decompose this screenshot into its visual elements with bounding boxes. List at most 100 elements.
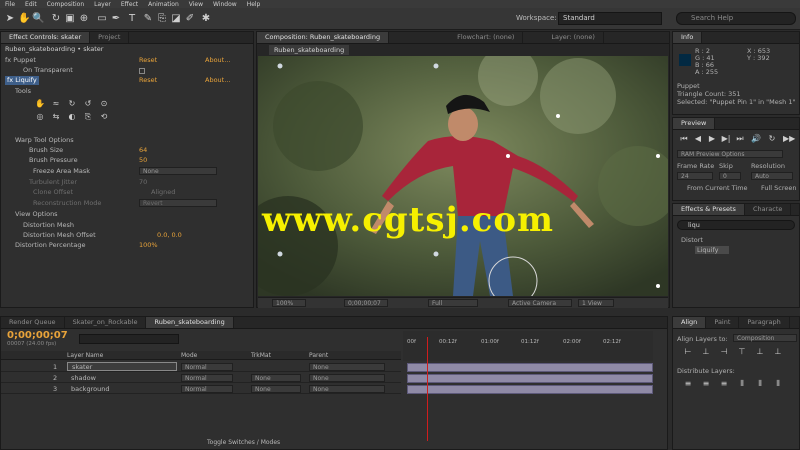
puppet-pin-tool-icon[interactable]: ✱ xyxy=(200,12,212,25)
menu-animation[interactable]: Animation xyxy=(143,1,184,8)
timeline-timecode[interactable]: 0;00;00;07 xyxy=(7,330,68,341)
reconstruction-tool-icon[interactable]: ⟲ xyxy=(99,112,109,121)
ram-preview-options[interactable]: RAM Preview Options xyxy=(677,150,783,158)
distribute-bottom-icon[interactable]: ≡ xyxy=(719,379,729,388)
freeze-area-mask-select[interactable]: None xyxy=(139,167,217,175)
menu-effect[interactable]: Effect xyxy=(116,1,143,8)
tab-info[interactable]: Info xyxy=(673,32,703,43)
tab-flowchart[interactable]: Flowchart: (none) xyxy=(449,32,524,43)
distort-group[interactable]: Distort xyxy=(681,236,799,244)
align-bottom-icon[interactable]: ⊥ xyxy=(773,347,783,356)
distribute-top-icon[interactable]: ≡ xyxy=(683,379,693,388)
composition-viewer[interactable] xyxy=(258,56,668,296)
eraser-tool-icon[interactable]: ◪ xyxy=(170,12,182,25)
next-frame-icon[interactable]: ▶| xyxy=(721,134,731,143)
audio-icon[interactable]: 🔊 xyxy=(751,134,761,143)
layer-name-skater[interactable]: skater xyxy=(67,362,177,371)
tab-composition[interactable]: Composition: Ruben_skateboarding xyxy=(257,32,390,43)
timeline-layer-row[interactable]: 2 shadow Normal None None xyxy=(1,373,401,383)
tab-align[interactable]: Align xyxy=(673,317,707,328)
current-time-indicator[interactable] xyxy=(427,337,428,441)
tab-paint[interactable]: Paint xyxy=(706,317,740,328)
skip-input[interactable]: 0 xyxy=(719,172,741,180)
align-center-v-icon[interactable]: ⊥ xyxy=(755,347,765,356)
tab-character[interactable]: Characte xyxy=(745,204,792,215)
distortion-mesh-label[interactable]: Distortion Mesh xyxy=(23,221,74,230)
timeline-layer-row[interactable]: 1 skater Normal None xyxy=(1,362,401,372)
ram-preview-icon[interactable]: ▶▶ xyxy=(783,134,795,143)
search-help-input[interactable]: Search Help xyxy=(676,12,796,25)
layer-parent-select[interactable]: None xyxy=(309,363,385,371)
brush-tool-icon[interactable]: ✎ xyxy=(142,12,154,25)
layer-mode-select[interactable]: Normal xyxy=(181,363,233,371)
view-layout-select[interactable]: 1 View xyxy=(578,299,614,307)
layer-parent-select[interactable]: None xyxy=(309,385,385,393)
shift-pixels-tool-icon[interactable]: ⇆ xyxy=(51,112,61,121)
menu-layer[interactable]: Layer xyxy=(89,1,116,8)
rectangle-tool-icon[interactable]: ▭ xyxy=(96,12,108,25)
zoom-select[interactable]: 100% xyxy=(272,299,306,307)
tab-paragraph[interactable]: Paragraph xyxy=(739,317,790,328)
puppet-about-button[interactable]: About... xyxy=(205,56,230,65)
liquify-reset-button[interactable]: Reset xyxy=(139,76,157,85)
camera-tool-icon[interactable]: ▣ xyxy=(64,12,76,25)
liquify-about-button[interactable]: About... xyxy=(205,76,230,85)
tab-effects-presets[interactable]: Effects & Presets xyxy=(673,204,745,215)
reflection-tool-icon[interactable]: ◐ xyxy=(67,112,77,121)
hand-tool-icon[interactable]: ✋ xyxy=(18,12,30,25)
viewer-timecode[interactable]: 0;00;00;07 xyxy=(344,299,388,307)
play-icon[interactable]: ▶ xyxy=(707,134,717,143)
distortion-mesh-offset-value[interactable]: 0.0, 0.0 xyxy=(157,231,182,240)
layer-name-background[interactable]: background xyxy=(71,384,109,394)
roto-brush-tool-icon[interactable]: ✐ xyxy=(184,12,196,25)
view-options-label[interactable]: View Options xyxy=(15,210,58,219)
brush-pressure-value[interactable]: 50 xyxy=(139,156,147,165)
layer-parent-select[interactable]: None xyxy=(309,374,385,382)
on-transparent-checkbox[interactable] xyxy=(139,68,145,74)
tab-layer[interactable]: Layer: (none) xyxy=(543,32,604,43)
distortion-percentage-value[interactable]: 100% xyxy=(139,241,158,250)
full-screen-label[interactable]: Full Screen xyxy=(761,184,800,192)
tab-preview[interactable]: Preview xyxy=(673,118,716,129)
layer-mode-select[interactable]: Normal xyxy=(181,374,233,382)
rotate-tool-icon[interactable]: ↻ xyxy=(50,12,62,25)
distribute-left-icon[interactable]: ⫴ xyxy=(737,379,747,388)
align-top-icon[interactable]: ⊤ xyxy=(737,347,747,356)
liquify-effect-label[interactable]: fx Liquify xyxy=(5,76,39,85)
text-tool-icon[interactable]: T xyxy=(126,12,138,25)
composition-subtab[interactable]: Ruben_skateboarding xyxy=(269,45,350,55)
brush-size-value[interactable]: 64 xyxy=(139,146,147,155)
layer-mode-select[interactable]: Normal xyxy=(181,385,233,393)
layer-name-shadow[interactable]: shadow xyxy=(71,373,96,383)
layer-bar-shadow[interactable] xyxy=(407,374,653,383)
layer-bar-background[interactable] xyxy=(407,385,653,394)
timeline-layer-row[interactable]: 3 background Normal None None xyxy=(1,384,401,394)
tab-effect-controls[interactable]: Effect Controls: skater xyxy=(1,32,91,43)
pen-tool-icon[interactable]: ✒ xyxy=(110,12,122,25)
menu-window[interactable]: Window xyxy=(208,1,242,8)
tab-project[interactable]: Project xyxy=(90,32,130,43)
clone-stamp-tool-icon[interactable]: ⎘ xyxy=(156,12,168,25)
warp-tool-icon[interactable]: ✋ xyxy=(35,99,45,108)
align-left-icon[interactable]: ⊢ xyxy=(683,347,693,356)
frame-rate-select[interactable]: 24 xyxy=(677,172,713,180)
resolution-select[interactable]: Full xyxy=(428,299,478,307)
twirl-cw-tool-icon[interactable]: ↻ xyxy=(67,99,77,108)
liquify-effect-item[interactable]: Liquify xyxy=(695,246,729,254)
toggle-switches-modes[interactable]: Toggle Switches / Modes xyxy=(207,439,280,449)
turbulence-tool-icon[interactable]: ≈ xyxy=(51,99,61,108)
layer-trkmat-select[interactable]: None xyxy=(251,374,301,382)
effects-search-input[interactable]: liqu xyxy=(677,220,795,230)
menu-composition[interactable]: Composition xyxy=(42,1,89,8)
tab-skater-on-rockable[interactable]: Skater_on_Rockable xyxy=(65,317,147,328)
distribute-center-v-icon[interactable]: ≡ xyxy=(701,379,711,388)
layer-trkmat-select[interactable]: None xyxy=(251,385,301,393)
align-center-h-icon[interactable]: ⊥ xyxy=(701,347,711,356)
prev-frame-icon[interactable]: ◀ xyxy=(693,134,703,143)
pan-behind-tool-icon[interactable]: ⊕ xyxy=(78,12,90,25)
zoom-tool-icon[interactable]: 🔍 xyxy=(32,12,44,25)
distribute-center-h-icon[interactable]: ⫴ xyxy=(755,379,765,388)
menu-help[interactable]: Help xyxy=(242,1,266,8)
time-ruler[interactable]: 00f 00:12f 01:00f 01:12f 02:00f 02:12f xyxy=(403,331,653,361)
clone-tool-icon[interactable]: ⎘ xyxy=(83,112,93,121)
